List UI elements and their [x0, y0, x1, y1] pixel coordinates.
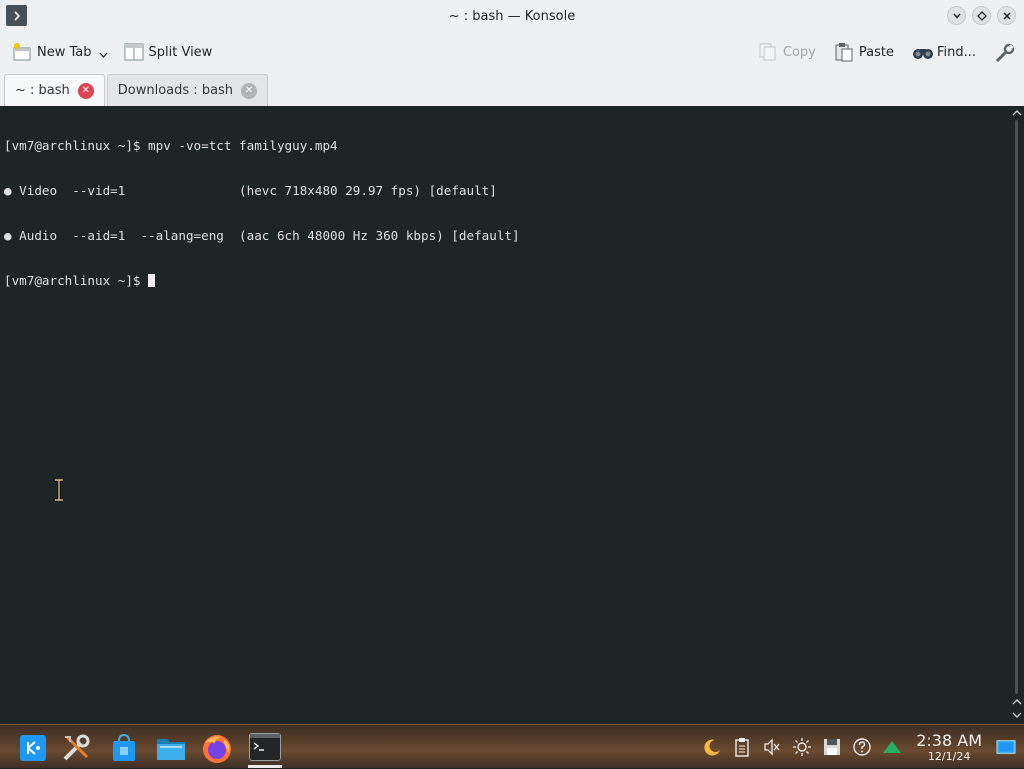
title-bar[interactable]: ~ : bash — Konsole: [0, 0, 1024, 33]
clipboard-icon[interactable]: [732, 737, 752, 757]
paste-label: Paste: [858, 44, 894, 60]
new-tab-icon: [12, 42, 32, 62]
system-tray: 2:38 AM 12/1/24: [702, 725, 1016, 769]
konsole-taskbar-icon[interactable]: [249, 733, 281, 761]
text-cursor: [148, 274, 156, 287]
close-tab-icon[interactable]: ✕: [241, 82, 258, 99]
wrench-icon: [994, 42, 1015, 63]
terminal-line: ● Video --vid=1 (hevc 718x480 29.97 fps)…: [4, 183, 497, 198]
volume-muted-icon[interactable]: [762, 737, 782, 757]
new-tab-button[interactable]: New Tab: [6, 37, 114, 67]
diamond-icon: [976, 10, 987, 21]
terminal-line: ● Audio --aid=1 --alang=eng (aac 6ch 480…: [4, 228, 520, 243]
find-button[interactable]: Find...: [906, 37, 982, 67]
tab-downloads-bash[interactable]: Downloads : bash ✕: [106, 74, 269, 106]
new-tab-label: New Tab: [37, 44, 92, 60]
binoculars-icon: [912, 42, 933, 62]
disk-save-icon[interactable]: [822, 737, 842, 757]
minimize-button[interactable]: [947, 6, 966, 25]
app-menu-chevron-icon[interactable]: [6, 5, 27, 26]
window-controls: [947, 6, 1016, 25]
scroll-down-icon[interactable]: [1012, 711, 1022, 721]
network-up-icon[interactable]: [882, 737, 902, 757]
terminal-line: [vm7@archlinux ~]$ mpv -vo=tct familyguy…: [4, 138, 338, 153]
taskbar: 2:38 AM 12/1/24: [0, 724, 1024, 768]
tab-label: ~ : bash: [15, 83, 70, 98]
split-view-icon: [124, 42, 144, 62]
close-button[interactable]: [997, 6, 1016, 25]
copy-label: Copy: [782, 44, 816, 60]
chevron-down-icon: [952, 13, 961, 19]
tab-bash-home[interactable]: ~ : bash ✕: [4, 74, 105, 106]
terminal-scrollbar[interactable]: [1010, 106, 1024, 724]
terminal-output[interactable]: [vm7@archlinux ~]$ mpv -vo=tct familyguy…: [0, 106, 1010, 724]
window-title: ~ : bash — Konsole: [448, 9, 576, 24]
terminal-prompt-line: [vm7@archlinux ~]$: [4, 273, 1006, 288]
paste-button[interactable]: Paste: [828, 37, 900, 67]
close-tab-icon[interactable]: ✕: [77, 82, 94, 99]
split-view-button[interactable]: Split View: [118, 37, 219, 67]
clock-date: 12/1/24: [927, 749, 971, 763]
copy-button[interactable]: Copy: [752, 37, 822, 67]
main-toolbar: New Tab Split View Copy Paste Find...: [0, 33, 1024, 71]
scroll-up-icon[interactable]: [1012, 698, 1022, 708]
file-manager-folder-icon[interactable]: [155, 733, 185, 763]
system-settings-icon[interactable]: [61, 733, 91, 763]
find-label: Find...: [936, 44, 976, 60]
copy-icon: [758, 42, 778, 62]
discover-store-icon[interactable]: [110, 733, 140, 763]
terminal-prompt: [vm7@archlinux ~]$: [4, 273, 149, 288]
show-desktop-icon[interactable]: [996, 737, 1016, 757]
configure-button[interactable]: [988, 37, 1020, 67]
scrollbar-track[interactable]: [1015, 120, 1018, 694]
tab-label: Downloads : bash: [117, 83, 234, 98]
ibeam-cursor-icon: [54, 478, 64, 502]
clock-time: 2:38 AM: [916, 730, 982, 750]
chevron-down-icon[interactable]: [99, 51, 108, 61]
brightness-icon[interactable]: [792, 737, 812, 757]
night-color-icon[interactable]: [702, 737, 722, 757]
scroll-up-icon[interactable]: [1012, 109, 1022, 119]
tab-bar: ~ : bash ✕ Downloads : bash ✕: [0, 72, 1024, 106]
paste-icon: [834, 42, 854, 62]
kde-launcher-icon[interactable]: [20, 735, 46, 761]
split-view-label: Split View: [148, 44, 213, 60]
close-icon: [1002, 11, 1011, 20]
help-icon[interactable]: [852, 737, 872, 757]
firefox-icon[interactable]: [201, 733, 231, 763]
digital-clock[interactable]: 2:38 AM 12/1/24: [916, 730, 982, 763]
maximize-button[interactable]: [972, 6, 991, 25]
